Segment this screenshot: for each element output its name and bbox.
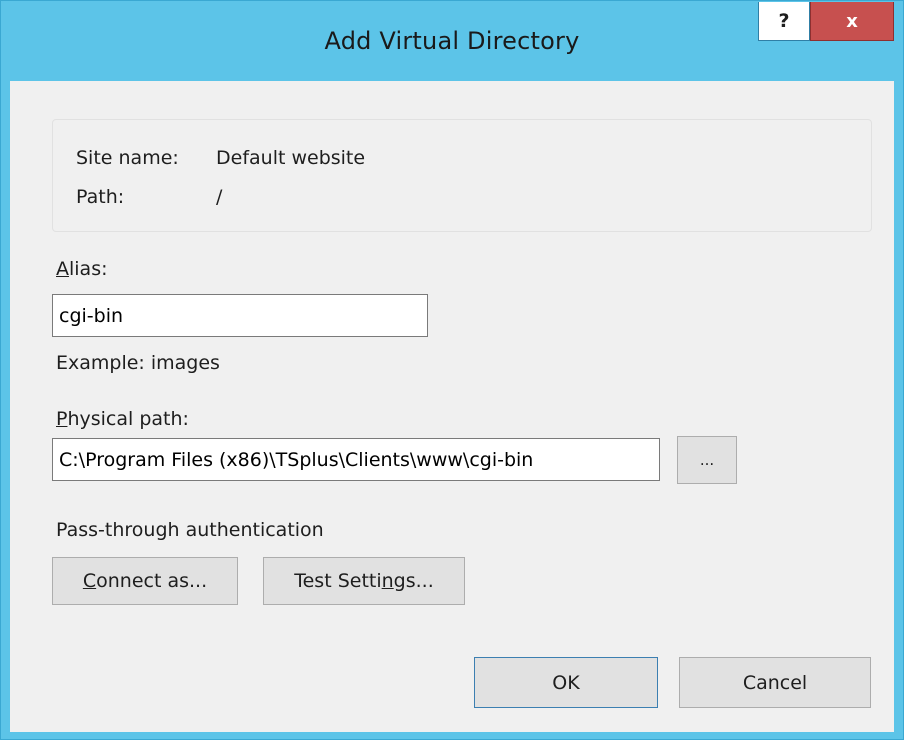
dialog-body: Site name: Default website Path: / Alias… <box>10 81 894 732</box>
connect-as-button[interactable]: Connect as... <box>52 557 238 605</box>
help-button[interactable]: ? <box>758 2 810 41</box>
connect-as-label: onnect as... <box>96 570 208 592</box>
physical-path-label-text: hysical path: <box>67 408 189 430</box>
ok-label: OK <box>552 671 580 694</box>
path-label: Path: <box>76 186 125 208</box>
physical-path-input[interactable] <box>52 438 660 481</box>
cancel-label: Cancel <box>742 671 808 694</box>
physical-path-label-access-key: P <box>56 408 68 430</box>
ok-button[interactable]: OK <box>474 657 658 708</box>
add-virtual-directory-dialog: Add Virtual Directory ? x Site name: Def… <box>0 0 904 740</box>
pass-through-authentication-heading: Pass-through authentication <box>56 519 324 541</box>
path-value: / <box>216 186 223 208</box>
close-button[interactable]: x <box>810 2 894 41</box>
help-icon: ? <box>778 10 790 32</box>
alias-input[interactable] <box>52 294 428 337</box>
alias-example-text: Example: images <box>56 352 220 374</box>
connect-as-access-key: C <box>82 570 97 592</box>
test-settings-access-key: n <box>381 570 394 592</box>
site-info-group: Site name: Default website Path: / <box>52 119 872 232</box>
alias-label-access-key: A <box>56 258 69 280</box>
test-settings-label-start: Test Setti <box>294 570 382 592</box>
test-settings-button[interactable]: Test Setti n gs... <box>263 557 465 605</box>
title-bar[interactable]: Add Virtual Directory ? x <box>1 1 903 81</box>
site-name-label: Site name: <box>76 147 179 169</box>
alias-label: Alias: <box>56 258 108 280</box>
physical-path-label: Physical path: <box>56 408 189 430</box>
close-icon: x <box>846 10 858 32</box>
alias-label-text: lias: <box>69 258 108 280</box>
browse-button[interactable]: ... <box>677 436 737 484</box>
ellipsis-icon: ... <box>699 451 715 469</box>
cancel-button[interactable]: Cancel <box>679 657 871 708</box>
site-name-value: Default website <box>216 147 366 169</box>
test-settings-label-end: gs... <box>393 570 434 592</box>
